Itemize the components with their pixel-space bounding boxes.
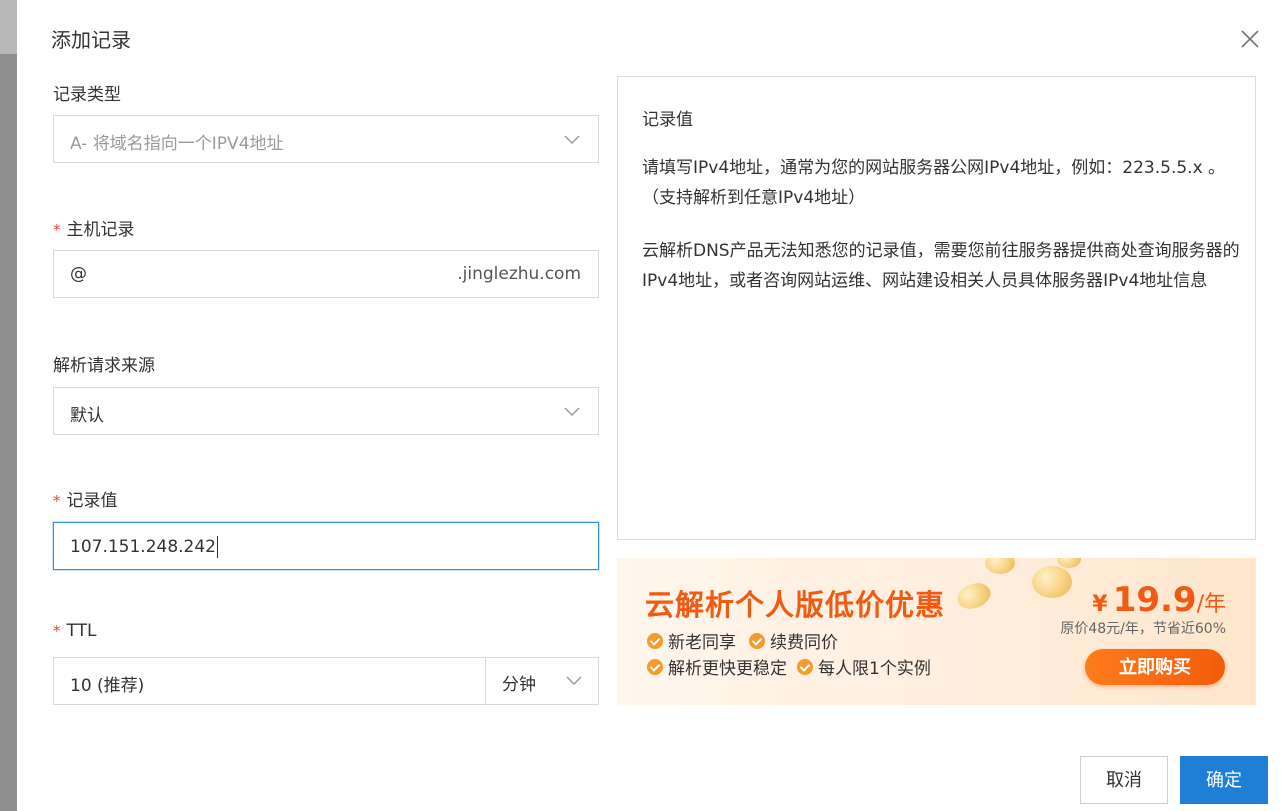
promo-feature-text: 新老同享: [668, 633, 736, 653]
close-icon[interactable]: [1239, 28, 1261, 50]
promo-title: 云解析个人版低价优惠: [645, 588, 946, 622]
record-value-label: * 记录值: [53, 486, 118, 511]
promo-feature: 新老同享: [647, 628, 736, 653]
help-title: 记录值: [642, 110, 693, 130]
coin-decoration: [953, 578, 995, 614]
record-type-value: A- 将域名指向一个IPV4地址: [70, 134, 284, 154]
required-mark: *: [53, 221, 61, 239]
price-value: 19.9: [1112, 580, 1197, 620]
coin-decoration: [1032, 566, 1072, 598]
required-mark: *: [53, 622, 61, 640]
backdrop-shade: [0, 0, 17, 811]
required-mark: *: [53, 492, 61, 510]
ttl-label-text: TTL: [66, 621, 97, 641]
record-type-label: 记录类型: [53, 85, 121, 105]
source-label: 解析请求来源: [53, 356, 155, 376]
ttl-input[interactable]: 10 (推荐): [70, 671, 144, 696]
host-label: * 主机记录: [53, 215, 135, 240]
buy-now-button[interactable]: 立即购买: [1085, 649, 1225, 685]
promo-feature: 每人限1个实例: [797, 654, 931, 679]
record-value-input[interactable]: 107.151.248.242: [53, 522, 599, 570]
promo-feature-text: 解析更快更稳定: [668, 659, 787, 679]
add-record-dialog: 添加记录 记录类型 A- 将域名指向一个IPV4地址 * 主机记录 @ .jing…: [17, 0, 1284, 811]
record-value-value: 107.151.248.242: [70, 537, 217, 557]
promo-banner[interactable]: 云解析个人版低价优惠 新老同享 续费同价 解析更快更稳定 每人限1个实例 ¥ 1…: [617, 558, 1256, 705]
help-panel: 记录值 请填写IPv4地址，通常为您的网站服务器公网IPv4地址，例如：223.…: [617, 76, 1256, 540]
promo-feature-text: 续费同价: [770, 633, 838, 653]
promo-feature: 解析更快更稳定: [647, 654, 787, 679]
help-paragraph: 云解析DNS产品无法知悉您的记录值，需要您前往服务器提供商处查询服务器的IPv4…: [642, 241, 1240, 291]
confirm-button[interactable]: 确定: [1180, 756, 1268, 804]
help-paragraph: 请填写IPv4地址，通常为您的网站服务器公网IPv4地址，例如：223.5.5.…: [642, 158, 1226, 208]
source-value: 默认: [70, 406, 104, 426]
record-value-label-text: 记录值: [66, 491, 118, 511]
source-select[interactable]: 默认: [53, 387, 599, 435]
coin-decoration: [985, 558, 1015, 574]
host-input[interactable]: @ .jinglezhu.com: [53, 250, 599, 298]
host-value: @: [70, 264, 87, 284]
record-type-select[interactable]: A- 将域名指向一个IPV4地址: [53, 115, 599, 163]
currency-symbol: ¥: [1092, 592, 1108, 617]
promo-feature-text: 每人限1个实例: [818, 659, 931, 679]
chevron-down-icon: [566, 676, 582, 685]
promo-price: ¥ 19.9/年: [1092, 580, 1226, 620]
ttl-field: 10 (推荐) 分钟: [53, 657, 599, 705]
ttl-label: * TTL: [53, 621, 96, 641]
original-price: 原价48元/年，节省近60%: [1060, 621, 1226, 637]
cancel-button[interactable]: 取消: [1080, 756, 1168, 804]
check-icon: [647, 632, 663, 649]
domain-suffix: .jinglezhu.com: [457, 264, 581, 284]
check-icon: [797, 658, 813, 675]
text-caret: [217, 536, 219, 558]
coin-decoration: [1057, 558, 1081, 568]
record-value-text: 107.151.248.242: [70, 536, 219, 558]
chevron-down-icon: [564, 407, 580, 416]
price-period: /年: [1196, 592, 1226, 617]
promo-feature: 续费同价: [749, 628, 838, 653]
dialog-title: 添加记录: [51, 28, 131, 52]
ttl-unit-select[interactable]: 分钟: [485, 657, 600, 705]
ttl-unit-value: 分钟: [502, 675, 536, 695]
check-icon: [749, 632, 765, 649]
host-label-text: 主机记录: [66, 220, 135, 240]
check-icon: [647, 658, 663, 675]
chevron-down-icon: [564, 135, 580, 144]
